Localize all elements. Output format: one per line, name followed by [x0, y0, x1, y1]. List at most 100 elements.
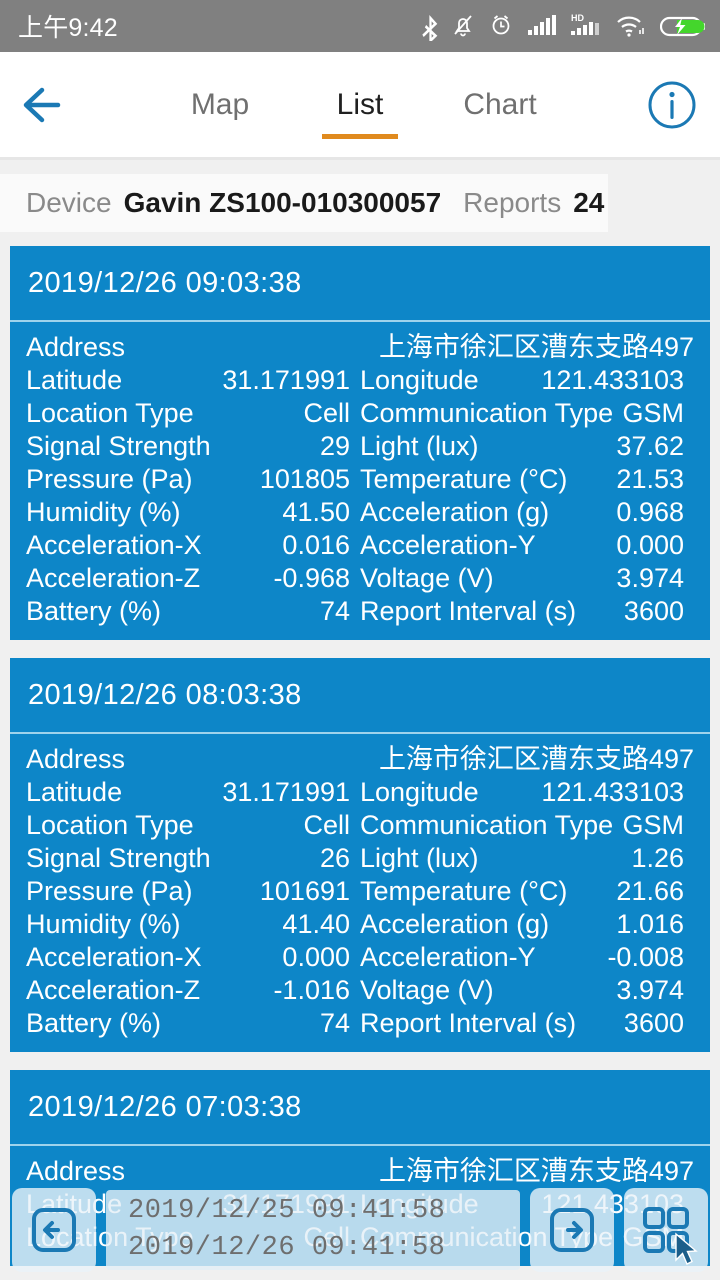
- report-row: Acceleration-X 0.000 Acceleration-Y -0.008: [26, 941, 694, 974]
- report-field: Latitude 31.171991: [26, 364, 360, 397]
- field-value: 101691: [259, 876, 350, 906]
- device-label: Device: [26, 187, 112, 218]
- report-field: Communication Type GSM: [360, 397, 694, 430]
- apps-grid-button[interactable]: [624, 1188, 708, 1272]
- field-value: 0.016: [282, 530, 350, 560]
- report-field: Battery (%) 74: [26, 595, 360, 628]
- field-label: Acceleration (g): [360, 497, 550, 527]
- field-value: Cell: [303, 398, 350, 428]
- report-list[interactable]: 2019/12/26 09:03:38 Address 上海市徐汇区漕东支路497 L…: [0, 246, 720, 1266]
- report-card-body: Address 上海市徐汇区漕东支路497 Latitude 31.171991 Lon…: [10, 734, 710, 1052]
- tab-bar: Map List Chart: [96, 52, 624, 157]
- field-value: 1.016: [616, 909, 684, 939]
- report-field: Voltage (V) 3.974: [360, 562, 694, 595]
- report-field-address: Address 上海市徐汇区漕东支路497: [26, 743, 694, 776]
- report-row: Humidity (%) 41.50 Acceleration (g) 0.968: [26, 496, 694, 529]
- field-label: Latitude: [26, 777, 123, 807]
- previous-period-button[interactable]: [12, 1188, 96, 1272]
- field-value: Cell: [303, 810, 350, 840]
- field-label: Latitude: [26, 365, 123, 395]
- field-label: Acceleration-X: [26, 530, 202, 560]
- field-value: 3600: [623, 596, 684, 626]
- device-summary-wrapper: Device Gavin ZS100-010300057 Reports 24: [0, 160, 720, 246]
- report-field: Location Type Cell: [26, 397, 360, 430]
- mouse-cursor-icon: [675, 1232, 698, 1265]
- report-field: Acceleration (g) 0.968: [360, 496, 694, 529]
- field-value: 0.000: [616, 530, 684, 560]
- date-range-display[interactable]: 2019/12/25 09:41:58 2019/12/26 09:41:58: [106, 1190, 520, 1270]
- field-value: 101805: [259, 464, 350, 494]
- report-field: Humidity (%) 41.40: [26, 908, 360, 941]
- report-card-header: 2019/12/26 07:03:38: [10, 1070, 710, 1146]
- field-value: 121.433103: [541, 365, 684, 395]
- field-label: Battery (%): [26, 1008, 162, 1038]
- reports-count: 24: [573, 187, 605, 218]
- report-row: Pressure (Pa) 101805 Temperature (°C) 21.53: [26, 463, 694, 496]
- report-row: Latitude 31.171991 Longitude 121.433103: [26, 776, 694, 809]
- next-period-button[interactable]: [530, 1188, 614, 1272]
- field-value: -1.016: [273, 975, 350, 1005]
- report-row: Signal Strength 26 Light (lux) 1.26: [26, 842, 694, 875]
- report-field: Humidity (%) 41.50: [26, 496, 360, 529]
- field-label: Address: [26, 1156, 126, 1186]
- report-field: Acceleration-Z -0.968: [26, 562, 360, 595]
- field-label: Pressure (Pa): [26, 876, 193, 906]
- field-label: Address: [26, 744, 126, 774]
- report-row: Signal Strength 29 Light (lux) 37.62: [26, 430, 694, 463]
- report-field: Voltage (V) 3.974: [360, 974, 694, 1007]
- reports-label: Reports: [463, 187, 562, 218]
- report-field: Acceleration-Z -1.016: [26, 974, 360, 1007]
- field-label: Signal Strength: [26, 431, 211, 461]
- back-button[interactable]: [0, 82, 96, 128]
- report-row-address: Address 上海市徐汇区漕东支路497: [26, 331, 694, 364]
- device-value: Gavin ZS100-010300057: [123, 187, 442, 218]
- report-field-address: Address 上海市徐汇区漕东支路497: [26, 331, 694, 364]
- field-label: Acceleration-Z: [26, 975, 201, 1005]
- svg-text:HD: HD: [571, 13, 584, 23]
- report-field: Pressure (Pa) 101691: [26, 875, 360, 908]
- field-value: 121.433103: [541, 777, 684, 807]
- field-label: Pressure (Pa): [26, 464, 193, 494]
- field-value: -0.968: [273, 563, 350, 593]
- battery-charging-icon: [660, 16, 705, 37]
- date-range-from: 2019/12/25 09:41:58: [128, 1196, 446, 1226]
- field-label: Communication Type: [360, 398, 614, 428]
- report-timestamp: 2019/12/26 09:03:38: [28, 266, 302, 299]
- report-field: Pressure (Pa) 101805: [26, 463, 360, 496]
- field-label: Signal Strength: [26, 843, 211, 873]
- field-label: Report Interval (s): [360, 1008, 577, 1038]
- tab-list-label: List: [336, 87, 384, 121]
- field-value: 上海市徐汇区漕东支路497: [378, 332, 694, 362]
- field-value: 41.40: [282, 909, 350, 939]
- field-label: Voltage (V): [360, 563, 494, 593]
- field-label: Light (lux): [360, 843, 479, 873]
- field-label: Humidity (%): [26, 909, 181, 939]
- field-label: Address: [26, 332, 126, 362]
- report-field: Light (lux) 1.26: [360, 842, 694, 875]
- report-row: Humidity (%) 41.40 Acceleration (g) 1.016: [26, 908, 694, 941]
- report-row: Location Type Cell Communication Type GSM: [26, 809, 694, 842]
- report-card[interactable]: 2019/12/26 09:03:38 Address 上海市徐汇区漕东支路497 L…: [10, 246, 710, 640]
- field-label: Temperature (°C): [360, 464, 568, 494]
- field-label: Location Type: [26, 398, 194, 428]
- report-row: Battery (%) 74 Report Interval (s) 3600: [26, 1007, 694, 1040]
- report-card-header: 2019/12/26 08:03:38: [10, 658, 710, 734]
- field-label: Communication Type: [360, 810, 614, 840]
- tab-list[interactable]: List: [290, 52, 430, 157]
- info-button[interactable]: [624, 78, 720, 132]
- report-row: Acceleration-X 0.016 Acceleration-Y 0.000: [26, 529, 694, 562]
- report-card-header: 2019/12/26 09:03:38: [10, 246, 710, 322]
- tab-map[interactable]: Map: [150, 52, 290, 157]
- hd-signal-icon: HD: [571, 13, 599, 35]
- report-field: Signal Strength 29: [26, 430, 360, 463]
- field-value: 37.62: [616, 431, 684, 461]
- tab-chart[interactable]: Chart: [430, 52, 570, 157]
- field-value: 31.171991: [222, 777, 350, 807]
- report-row: Latitude 31.171991 Longitude 121.433103: [26, 364, 694, 397]
- report-field: Temperature (°C) 21.53: [360, 463, 694, 496]
- report-card[interactable]: 2019/12/26 08:03:38 Address 上海市徐汇区漕东支路497 L…: [10, 658, 710, 1052]
- report-row: Acceleration-Z -0.968 Voltage (V) 3.974: [26, 562, 694, 595]
- report-field: Location Type Cell: [26, 809, 360, 842]
- field-value: 26: [319, 843, 350, 873]
- arrow-left-boxed-icon: [32, 1208, 76, 1252]
